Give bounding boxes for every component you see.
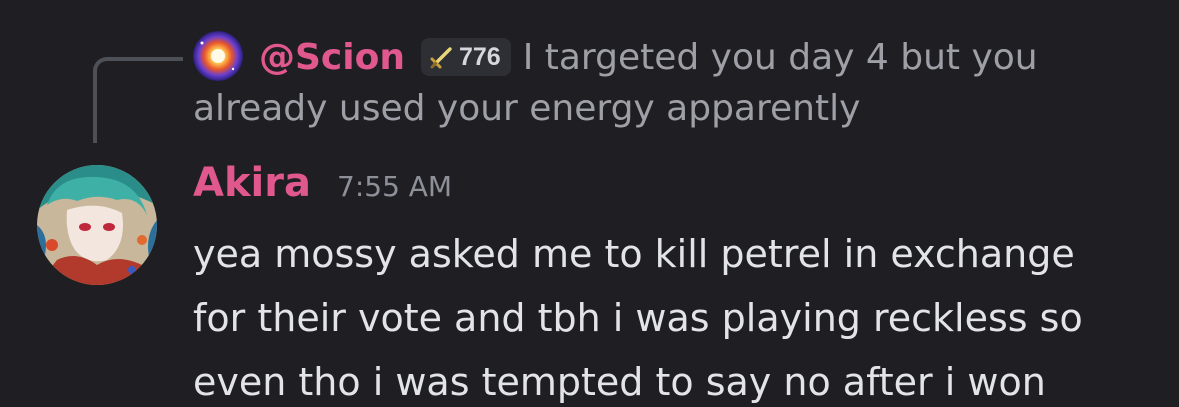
reply-connector-line	[93, 57, 183, 143]
message-content: yea mossy asked me to kill petrel in exc…	[193, 222, 1168, 407]
reply-preview: @Scion 776 I targeted you day 4 but you	[259, 32, 1038, 82]
message-timestamp[interactable]: 7:55 AM	[337, 170, 452, 203]
author-avatar[interactable]	[37, 165, 157, 285]
message-line: even tho i was tempted to say no after i…	[193, 360, 1046, 404]
message-header: Akira 7:55 AM	[193, 160, 452, 216]
message-line: for their vote and tbh i was playing rec…	[193, 296, 1083, 340]
message-line: yea mossy asked me to kill petrel in exc…	[193, 232, 1075, 276]
author-name[interactable]: Akira	[193, 160, 311, 206]
badge-count: 776	[458, 42, 501, 71]
reply-badge[interactable]: 776	[420, 38, 511, 76]
reply-avatar[interactable]	[193, 31, 243, 81]
reply-username[interactable]: @Scion	[259, 37, 405, 78]
reply-snippet-line2[interactable]: already used your energy apparently	[193, 88, 860, 129]
chat-view: @Scion 776 I targeted you day 4 but you …	[0, 0, 1179, 407]
reply-snippet-line1[interactable]: I targeted you day 4 but you	[523, 37, 1038, 78]
sword-icon	[430, 47, 452, 69]
scion-avatar-icon	[193, 31, 243, 81]
akira-avatar-icon	[37, 165, 157, 285]
